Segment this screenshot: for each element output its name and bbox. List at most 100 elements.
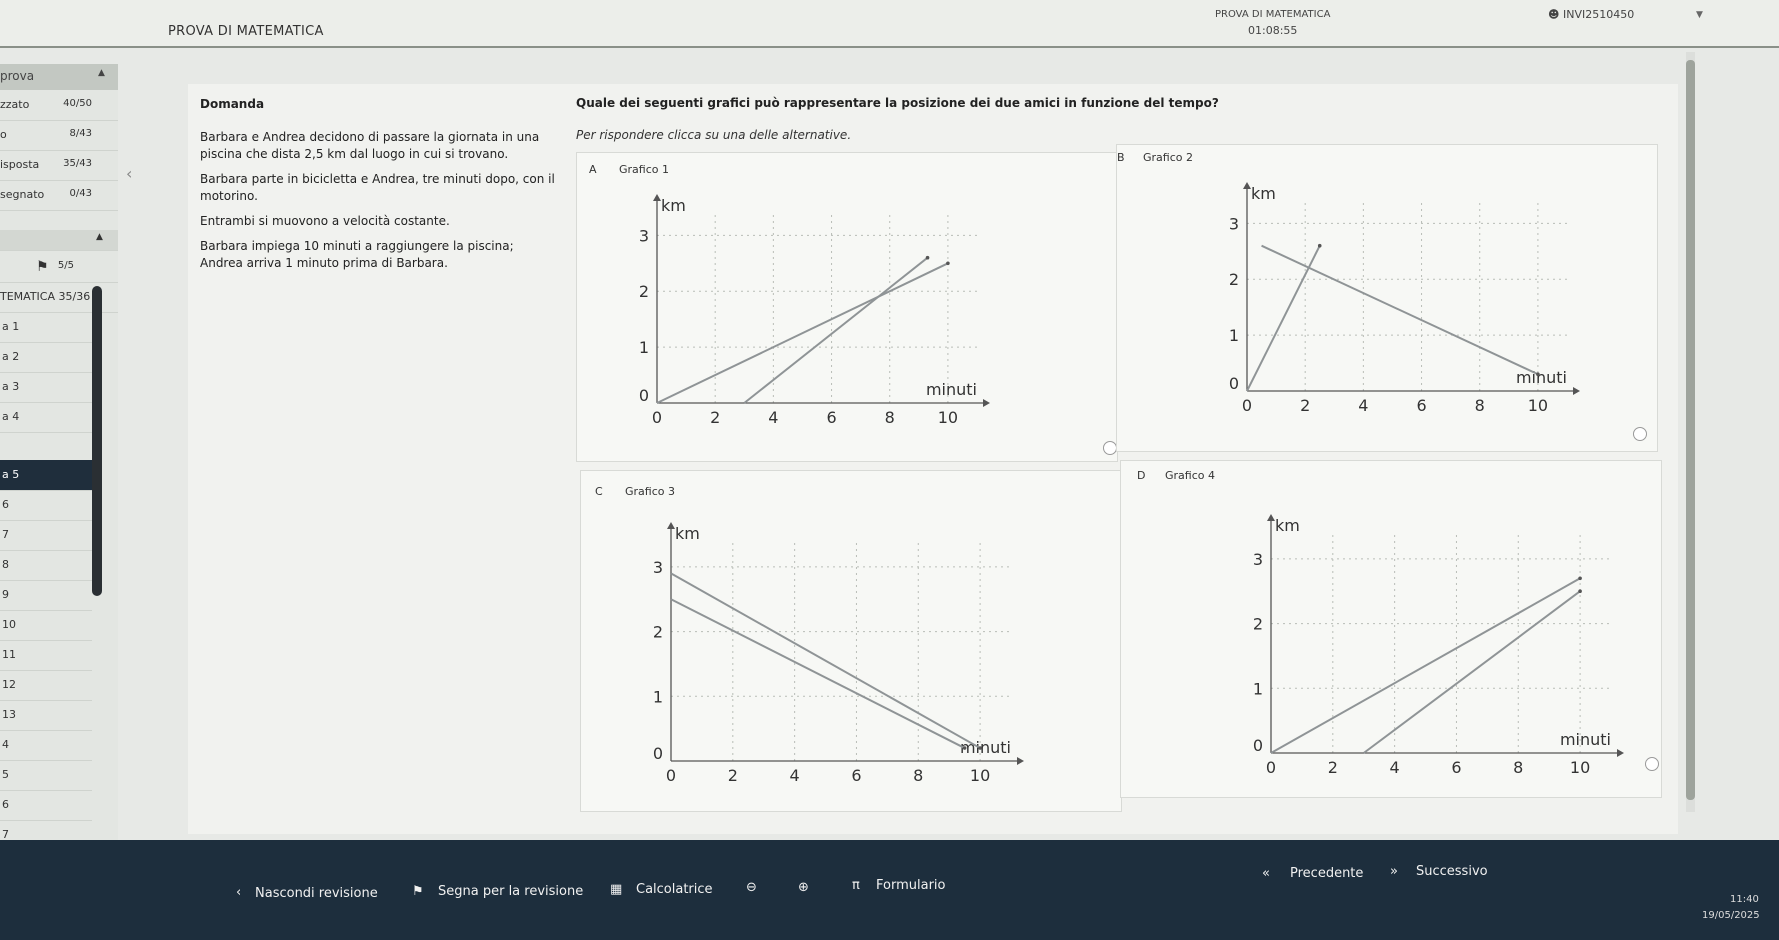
- question-nav-item[interactable]: 5: [0, 760, 92, 791]
- option-title: Grafico 3: [625, 485, 675, 498]
- option-radio[interactable]: [1103, 441, 1117, 455]
- user-icon: ☻: [1548, 8, 1563, 21]
- sidebar-scrollbar[interactable]: [92, 286, 102, 596]
- chevron-down-icon[interactable]: ▼: [1696, 10, 1703, 20]
- main-scrollbar-thumb[interactable]: [1686, 60, 1695, 800]
- question-heading: Domanda: [200, 97, 265, 111]
- x-tick-label: 10: [1528, 396, 1548, 415]
- question-paragraph: Entrambi si muovono a velocità costante.: [200, 214, 450, 228]
- x-axis-label: minuti: [1560, 730, 1611, 749]
- stat-value: 40/50: [63, 98, 92, 109]
- y-tick-label: 3: [653, 558, 663, 577]
- app-title: PROVA DI MATEMATICA: [168, 24, 324, 39]
- option-letter: D: [1137, 469, 1146, 482]
- y-axis-label: km: [1275, 516, 1300, 535]
- question-nav-item[interactable]: 12: [0, 670, 92, 701]
- exam-title: PROVA DI MATEMATICA: [1215, 9, 1331, 20]
- y-tick-label: 3: [1229, 214, 1239, 233]
- y-tick-label: 1: [1229, 326, 1239, 345]
- question-nav-item[interactable]: a 2: [0, 342, 92, 373]
- x-axis-arrow: [1573, 387, 1580, 395]
- question-nav-item[interactable]: 8: [0, 550, 92, 581]
- x-tick-label: 8: [885, 408, 895, 427]
- x-axis-label: minuti: [1516, 368, 1567, 387]
- previous-icon: «: [1262, 866, 1270, 881]
- series-line: [656, 262, 949, 404]
- question-paragraph: Barbara impiega 10 minuti a raggiungere …: [200, 239, 514, 270]
- previous-button[interactable]: Precedente: [1290, 866, 1363, 881]
- answer-option-a[interactable]: A Grafico 1 0 2 4 6 8 10 0 1 2 3 km minuti: [576, 152, 1118, 462]
- chart-grafico-1: 0 2 4 6 8 10 0 1 2 3 km minuti: [639, 194, 990, 427]
- user-name: INVI2510450: [1562, 8, 1635, 21]
- answer-option-d[interactable]: D Grafico 4 0 2 4 6 8 10 0 1 2 3 km minuti: [1120, 460, 1662, 798]
- option-radio[interactable]: [1633, 427, 1647, 441]
- y-axis-label: km: [661, 196, 686, 215]
- bottom-toolbar: ‹ Nascondi revisione ⚑ Segna per la revi…: [0, 840, 1779, 940]
- question-nav-item[interactable]: 7: [0, 520, 92, 551]
- answer-instruction: Per rispondere clicca su una delle alter…: [576, 128, 852, 142]
- y-axis-arrow: [653, 194, 661, 201]
- stat-row: isposta 35/43: [0, 150, 118, 181]
- x-tick-label: 2: [728, 766, 738, 785]
- y-tick-label: 1: [639, 338, 649, 357]
- chart-grafico-3: 0 2 4 6 8 100123kmminuti: [653, 522, 1024, 785]
- option-letter: A: [589, 163, 597, 176]
- option-letter: B: [1117, 151, 1125, 164]
- question-nav-item[interactable]: 6: [0, 490, 92, 521]
- question-nav-item[interactable]: 6: [0, 790, 92, 821]
- x-axis-arrow: [1617, 749, 1624, 757]
- y-axis-arrow: [1243, 182, 1251, 189]
- chart-grafico-4: 0 2 4 6 8 10 0 1 2 3 km minuti: [1253, 514, 1624, 777]
- x-axis-arrow: [1017, 757, 1024, 765]
- question-paragraph: Barbara e Andrea decidono di passare la …: [200, 130, 540, 161]
- x-tick-label: 6: [1416, 396, 1426, 415]
- question-nav-item[interactable]: a 1: [0, 312, 92, 343]
- answer-option-c[interactable]: C Grafico 3 0 2 4 6 8 10 0 1 2 3 km minuti: [580, 470, 1141, 812]
- series-endpoint: [978, 746, 982, 750]
- calculator-button[interactable]: Calcolatrice: [636, 882, 713, 897]
- hide-review-button[interactable]: Nascondi revisione: [255, 886, 378, 901]
- x-tick-label: 6: [826, 408, 836, 427]
- question-nav-item[interactable]: 9: [0, 580, 92, 611]
- question-nav-item[interactable]: 10: [0, 610, 92, 641]
- question-nav-item[interactable]: a 4: [0, 402, 92, 433]
- y-tick-label: 0: [1253, 736, 1263, 755]
- collapse-sidebar-icon[interactable]: ‹: [126, 164, 132, 183]
- option-letter: C: [595, 485, 603, 498]
- sidebar-section-label: prova: [0, 69, 35, 83]
- question-nav-item[interactable]: 11: [0, 640, 92, 671]
- flag-icon: ⚑: [412, 884, 424, 899]
- series-line: [670, 572, 981, 749]
- sidebar-subsection-header[interactable]: ▲: [0, 230, 118, 251]
- formulary-button[interactable]: Formulario: [876, 878, 945, 893]
- question-nav-item-active[interactable]: a 5: [0, 460, 92, 491]
- stat-row: segnato 0/43: [0, 180, 118, 211]
- stat-label: isposta: [0, 158, 40, 171]
- series-endpoint: [1317, 243, 1322, 248]
- zoom-in-icon[interactable]: ⊕: [798, 880, 809, 895]
- user-menu[interactable]: ☻ INVI2510450: [1548, 8, 1634, 21]
- y-tick-label: 0: [653, 744, 663, 763]
- x-tick-label: 4: [768, 408, 778, 427]
- x-tick-label: 4: [1390, 758, 1400, 777]
- x-tick-label: 10: [938, 408, 958, 427]
- series-line: [1261, 244, 1539, 376]
- x-tick-label: 2: [1300, 396, 1310, 415]
- x-tick-label: 6: [1451, 758, 1461, 777]
- timer: 01:08:55: [1248, 24, 1298, 37]
- question-nav-item[interactable]: a 3: [0, 372, 92, 403]
- sidebar-section-header[interactable]: prova ▲: [0, 64, 118, 90]
- answer-option-b[interactable]: B Grafico 2 0 2 4 6 8 10 0 1 2 3 km minuti: [1116, 144, 1658, 452]
- question-nav-item[interactable]: 4: [0, 730, 92, 761]
- stat-label: o: [0, 128, 7, 141]
- next-button[interactable]: Successivo: [1416, 864, 1488, 879]
- question-nav-item[interactable]: 13: [0, 700, 92, 731]
- zoom-out-icon[interactable]: ⊖: [746, 880, 757, 895]
- mark-review-button[interactable]: Segna per la revisione: [438, 884, 583, 899]
- sidebar: prova ▲ zzato 40/50 o 8/43 isposta 35/43 se…: [0, 64, 118, 904]
- x-tick-label: 6: [851, 766, 861, 785]
- y-tick-label: 0: [1229, 374, 1239, 393]
- series-endpoint: [962, 746, 967, 750]
- series-endpoint: [1578, 576, 1582, 581]
- question-paragraph: Barbara parte in bicicletta e Andrea, tr…: [200, 172, 555, 203]
